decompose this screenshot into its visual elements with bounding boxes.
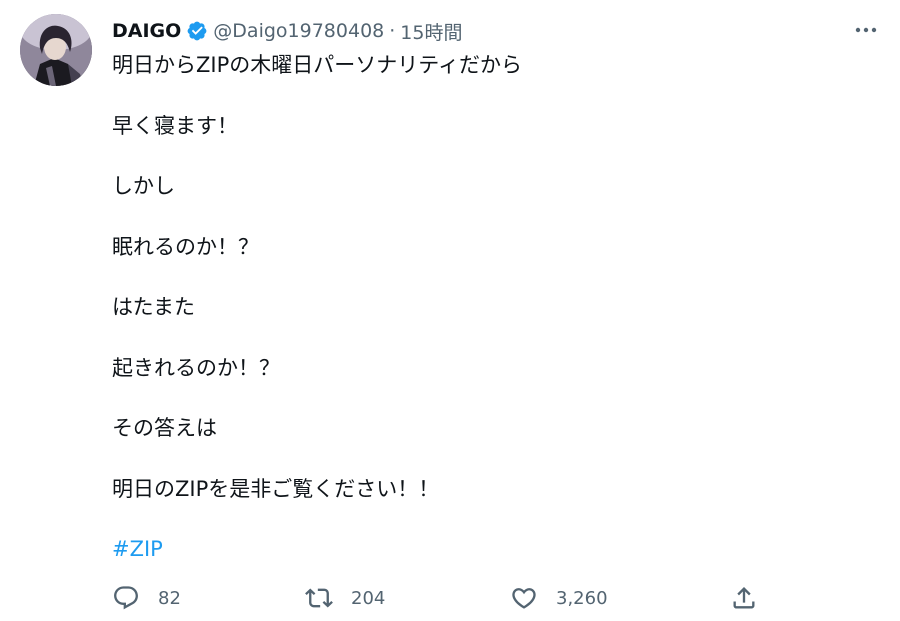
tweet: DAIGO @Daigo19780408 · 15時間 明日からZIPの木曜日パ… [0, 0, 900, 621]
share-icon [733, 587, 755, 609]
tweet-actions: 82 204 3,260 [112, 580, 772, 616]
share-button[interactable] [730, 580, 758, 616]
hashtag-link[interactable]: #ZIP [112, 534, 163, 564]
verified-badge-icon [187, 21, 207, 41]
tweet-text-line: 起きれるのか！？ [112, 355, 280, 380]
tweet-header: DAIGO @Daigo19780408 · 15時間 [112, 17, 462, 45]
author-handle[interactable]: @Daigo19780408 [213, 20, 384, 42]
retweet-count: 204 [351, 587, 386, 609]
like-button[interactable]: 3,260 [510, 580, 608, 616]
tweet-text-line: その答えは [112, 416, 217, 440]
avatar-portrait [20, 14, 92, 86]
tweet-text-line: 眠れるのか！？ [112, 234, 259, 259]
tweet-timestamp[interactable]: 15時間 [400, 18, 462, 45]
tweet-text: 明日からZIPの木曜日パーソナリティだから 早く寝ます！ しかし 眠れるのか！？… [112, 50, 872, 534]
tweet-text-line: 明日からZIPの木曜日パーソナリティだから [112, 53, 522, 77]
retweet-icon [305, 588, 333, 608]
reply-count: 82 [158, 587, 181, 609]
tweet-text-line: 明日のZIPを是非ご覧ください！！ [112, 476, 440, 501]
author-display-name[interactable]: DAIGO [112, 20, 181, 42]
more-options-icon[interactable] [852, 16, 880, 44]
tweet-text-line: はたまた [112, 295, 195, 319]
avatar[interactable] [20, 14, 92, 86]
heart-icon [512, 588, 536, 609]
tweet-text-line: しかし [112, 174, 175, 198]
like-count: 3,260 [556, 587, 608, 609]
separator-dot: · [389, 20, 396, 42]
retweet-button[interactable]: 204 [305, 580, 385, 616]
tweet-text-line: 早く寝ます！ [112, 113, 238, 138]
reply-button[interactable]: 82 [112, 580, 181, 616]
reply-icon [114, 586, 138, 610]
